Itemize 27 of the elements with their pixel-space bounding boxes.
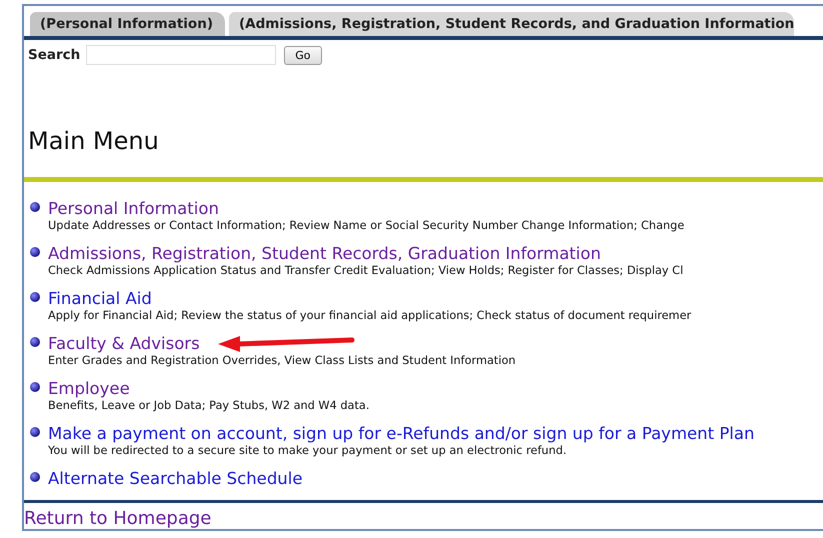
bullet-icon bbox=[30, 427, 40, 437]
homepage-link[interactable]: Return to Homepage bbox=[24, 508, 212, 529]
bullet-icon bbox=[30, 202, 40, 212]
menu-description: Apply for Financial Aid; Review the status of your financial aid applications; Check status of document requiremer bbox=[48, 309, 692, 322]
search-field[interactable] bbox=[86, 45, 276, 65]
menu-link[interactable]: Personal Information bbox=[48, 199, 823, 218]
bullet-icon bbox=[30, 472, 40, 482]
menu-link[interactable]: Faculty & Advisors bbox=[48, 334, 823, 353]
menu-description: Update Addresses or Contact Information; Review Name or Social Security Number Change Information; Change bbox=[48, 219, 686, 232]
bullet-icon bbox=[30, 337, 40, 347]
tab[interactable]: (Admissions, Registration, Student Records, and Graduation Information bbox=[229, 12, 794, 36]
menu-description: Benefits, Leave or Job Data; Pay Stubs, W2 and W4 data. bbox=[48, 399, 370, 412]
page-title: Main Menu bbox=[28, 127, 160, 155]
bullet-icon bbox=[30, 247, 40, 257]
menu-link[interactable]: Admissions, Registration, Student Records, Graduation Information bbox=[48, 244, 823, 263]
go-button[interactable]: Go bbox=[284, 46, 322, 64]
tab[interactable]: (Personal Information) bbox=[30, 12, 225, 36]
menu-description: You will be redirected to a secure site to make your payment or set up an electronic refund. bbox=[48, 444, 568, 457]
menu-description: Check Admissions Application Status and Transfer Credit Evaluation; View Holds; Register for Classes; Display Cl bbox=[48, 264, 684, 277]
menu-link[interactable]: Financial Aid bbox=[48, 289, 823, 308]
bullet-icon bbox=[30, 292, 40, 302]
bullet-icon bbox=[30, 382, 40, 392]
menu-description: Enter Grades and Registration Overrides, View Class Lists and Student Information bbox=[48, 354, 517, 367]
search-label: Search bbox=[28, 47, 80, 63]
menu-link[interactable]: Alternate Searchable Schedule bbox=[48, 469, 823, 488]
menu-link[interactable]: Make a payment on account, sign up for e-Refunds and/or sign up for a Payment Plan bbox=[48, 424, 823, 443]
menu-link[interactable]: Employee bbox=[48, 379, 823, 398]
